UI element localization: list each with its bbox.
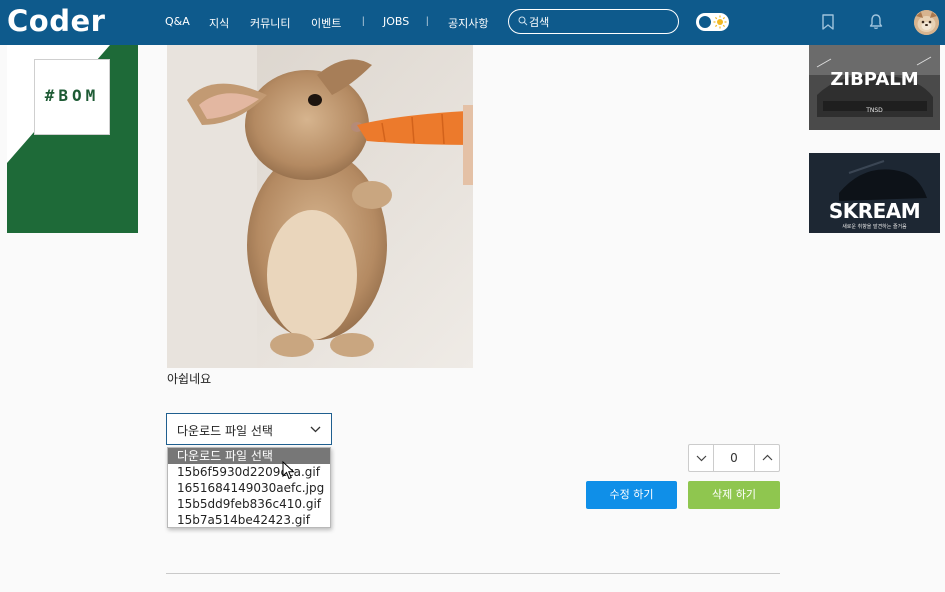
file-dropdown-list: 다운로드 파일 선택 15b6f5930d2209cca.gif 1651684… bbox=[167, 447, 331, 528]
vote-count: 0 bbox=[730, 451, 738, 465]
ad-subtitle: TNSD bbox=[866, 107, 883, 114]
dropdown-option[interactable]: 15b5dd9feb836c410.gif bbox=[168, 496, 330, 512]
nav-separator: | bbox=[426, 16, 429, 27]
dropdown-option[interactable]: 다운로드 파일 선택 bbox=[168, 448, 330, 464]
top-navbar: Coder Q&A 지식 커뮤니티 이벤트 | JOBS | 공지사항 bbox=[0, 0, 945, 45]
search-icon bbox=[518, 16, 528, 26]
dropdown-option[interactable]: 15b6f5930d2209cca.gif bbox=[168, 464, 330, 480]
edit-button[interactable]: 수정 하기 bbox=[586, 481, 677, 509]
sun-icon bbox=[713, 15, 727, 29]
search-input[interactable] bbox=[529, 14, 669, 30]
chevron-down-icon bbox=[310, 426, 321, 433]
post-image bbox=[167, 45, 473, 368]
post-caption: 아쉽네요 bbox=[167, 372, 212, 386]
mouse-cursor-icon bbox=[282, 461, 295, 480]
select-current-value: 다운로드 파일 선택 bbox=[177, 424, 273, 438]
ad-title: SKREAM bbox=[828, 199, 921, 223]
user-avatar[interactable] bbox=[914, 10, 939, 35]
theme-toggle[interactable] bbox=[696, 13, 729, 31]
avatar-image bbox=[914, 10, 939, 35]
ad-logo-text: #BOM bbox=[44, 86, 100, 105]
nav-events[interactable]: 이벤트 bbox=[311, 15, 341, 31]
nav-community[interactable]: 커뮤니티 bbox=[250, 15, 290, 31]
nav-jobs[interactable]: JOBS bbox=[383, 15, 409, 28]
vote-down-button[interactable] bbox=[689, 445, 714, 471]
ad-title: ZIBPALM bbox=[830, 69, 919, 90]
delete-button[interactable]: 삭제 하기 bbox=[688, 481, 780, 509]
rabbit-image bbox=[167, 45, 473, 368]
ad-logo-box: #BOM bbox=[34, 59, 110, 135]
right-ad-skream[interactable]: SKREAM 새로운 취향을 발견하는 즐거움 bbox=[809, 153, 940, 233]
toggle-knob bbox=[699, 16, 711, 28]
vote-up-button[interactable] bbox=[754, 445, 779, 471]
ad-subtitle: 새로운 취향을 발견하는 즐거움 bbox=[842, 224, 907, 230]
nav-knowledge[interactable]: 지식 bbox=[209, 15, 229, 31]
search-box[interactable] bbox=[508, 9, 679, 34]
section-divider bbox=[166, 573, 780, 574]
site-logo[interactable]: Coder bbox=[7, 4, 105, 38]
nav-notices[interactable]: 공지사항 bbox=[448, 15, 488, 31]
bookmark-icon[interactable] bbox=[820, 13, 836, 31]
nav-qna[interactable]: Q&A bbox=[165, 15, 190, 28]
download-file-select[interactable]: 다운로드 파일 선택 bbox=[166, 413, 332, 445]
chevron-up-icon bbox=[762, 454, 773, 461]
chevron-down-icon bbox=[696, 455, 707, 462]
left-ad-banner[interactable]: #BOM bbox=[7, 45, 138, 233]
dropdown-option[interactable]: 15b7a514be42423.gif bbox=[168, 512, 330, 528]
vote-stepper: 0 bbox=[688, 444, 780, 472]
right-ad-zibpalm[interactable]: ZIBPALM TNSD bbox=[809, 45, 940, 130]
nav-separator: | bbox=[362, 16, 365, 27]
bell-icon[interactable] bbox=[868, 13, 884, 31]
dropdown-option[interactable]: 1651684149030aefc.jpg bbox=[168, 480, 330, 496]
